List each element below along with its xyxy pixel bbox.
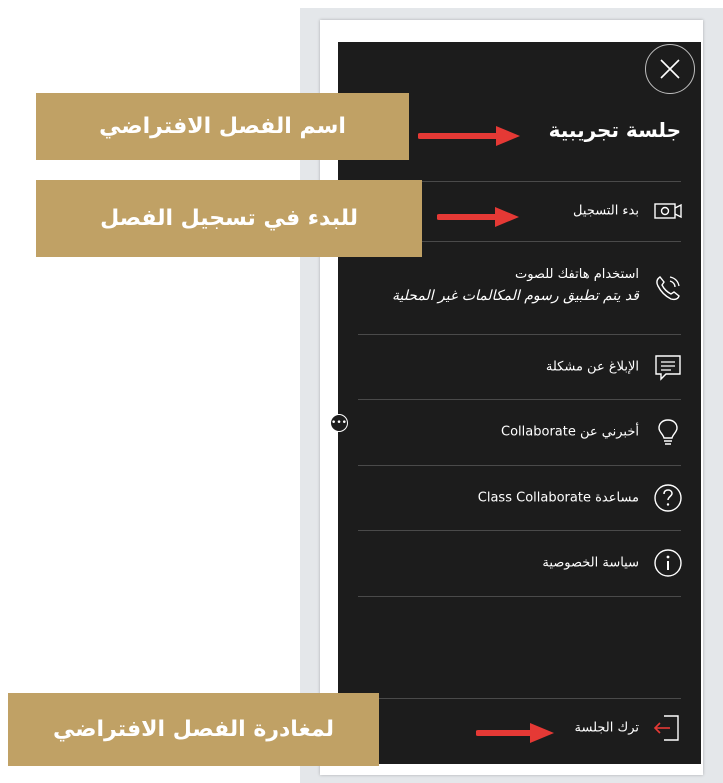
leave-session-label: ترك الجلسة xyxy=(574,720,639,736)
menu-item-label: استخدام هاتفك للصوت قد يتم تطبيق رسوم ال… xyxy=(392,267,639,304)
help-icon xyxy=(652,482,684,514)
close-icon xyxy=(660,59,680,79)
arrow-to-leave-session xyxy=(476,723,554,743)
menu-item-label: أخبرني عن Collaborate xyxy=(501,424,639,440)
arrow-to-start-recording xyxy=(437,207,519,227)
session-title: جلسة تجريبية xyxy=(548,118,681,142)
callout-start-recording-text: للبدء في تسجيل الفصل xyxy=(100,206,358,231)
menu-item-privacy-policy[interactable]: سياسة الخصوصية xyxy=(338,530,701,596)
more-options-icon[interactable]: ••• xyxy=(330,414,348,432)
phone-icon xyxy=(652,272,684,304)
menu-item-about-collaborate[interactable]: أخبرني عن Collaborate xyxy=(338,399,701,465)
lightbulb-icon xyxy=(652,416,684,448)
info-icon xyxy=(652,547,684,579)
arrow-to-class-name xyxy=(418,126,520,146)
menu-item-label: مساعدة Class Collaborate xyxy=(477,490,639,505)
callout-leave-class: لمغادرة الفصل الافتراضي xyxy=(8,693,379,766)
callout-class-name-text: اسم الفصل الافتراضي xyxy=(99,114,346,139)
menu-item-label: سياسة الخصوصية xyxy=(542,555,639,571)
menu-item-label: الإبلاغ عن مشكلة xyxy=(545,359,639,374)
report-message-icon xyxy=(652,351,684,383)
menu-item-report-problem[interactable]: الإبلاغ عن مشكلة xyxy=(338,334,701,399)
close-button[interactable] xyxy=(645,44,695,94)
callout-leave-class-text: لمغادرة الفصل الافتراضي xyxy=(53,717,334,742)
menu-item-label: بدء التسجيل xyxy=(573,203,639,219)
divider xyxy=(358,596,681,597)
record-camera-icon xyxy=(652,195,684,227)
phone-audio-note: قد يتم تطبيق رسوم المكالمات غير المحلية xyxy=(391,288,639,304)
exit-icon xyxy=(652,712,684,744)
callout-class-name: اسم الفصل الافتراضي xyxy=(36,93,409,160)
callout-start-recording: للبدء في تسجيل الفصل xyxy=(36,180,422,257)
menu-item-help[interactable]: مساعدة Class Collaborate xyxy=(338,465,701,530)
phone-audio-label: استخدام هاتفك للصوت xyxy=(514,267,639,282)
